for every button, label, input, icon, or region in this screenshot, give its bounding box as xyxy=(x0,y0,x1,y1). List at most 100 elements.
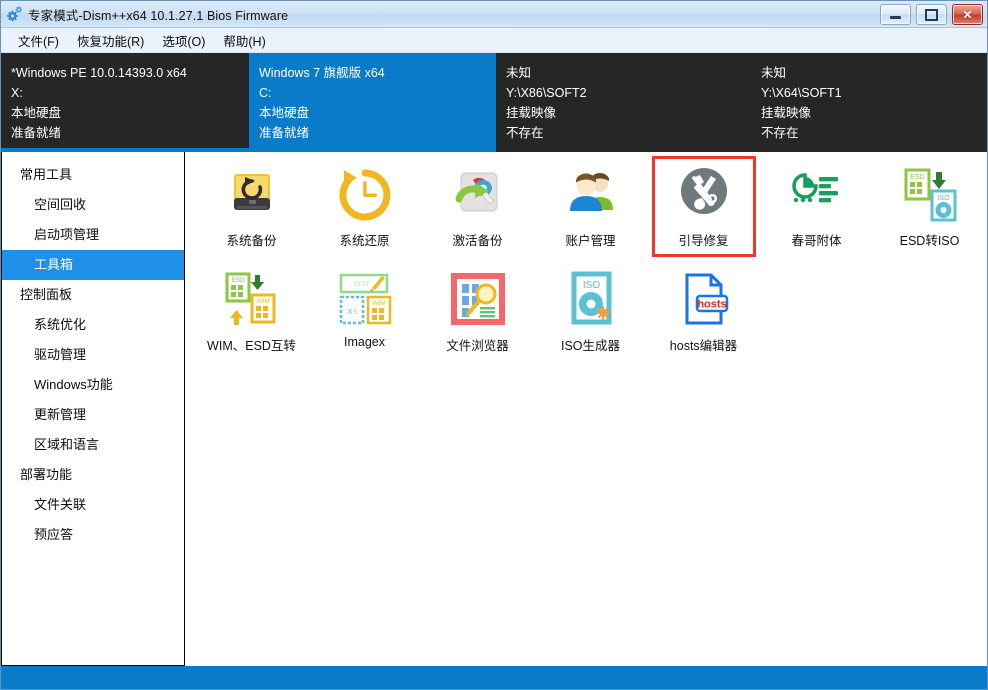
sidebar-item-system-optimize[interactable]: 系统优化 xyxy=(2,310,184,340)
activation-key-icon xyxy=(449,166,507,224)
svg-text:WIM: WIM xyxy=(256,298,269,305)
info-panel-drive: Y:\X64\SOFT1 xyxy=(761,83,987,103)
tool-label: ISO生成器 xyxy=(561,335,620,354)
info-panel-mount-x86[interactable]: 未知 Y:\X86\SOFT2 挂载映像 不存在 xyxy=(496,53,751,152)
tool-grid: 系统备份 系统还原 xyxy=(185,160,987,370)
tool-label: Imagex xyxy=(344,335,385,349)
tool-label: 激活备份 xyxy=(452,230,502,249)
sidebar-item-unattend[interactable]: 预应答 xyxy=(2,520,184,550)
svg-text:ISO: ISO xyxy=(937,195,950,202)
svg-text:ESD: ESD xyxy=(910,174,924,181)
sidebar-group-control-panel: 控制面板 xyxy=(2,280,184,310)
svg-text:ESD: ESD xyxy=(231,277,245,284)
info-panel-type: 本地硬盘 xyxy=(259,103,496,123)
info-panel-name: 未知 xyxy=(761,63,987,83)
info-panel-name: 未知 xyxy=(506,63,751,83)
close-icon: ✕ xyxy=(962,9,972,21)
tool-system-backup[interactable]: 系统备份 xyxy=(195,160,308,265)
sidebar-item-region-language[interactable]: 区域和语言 xyxy=(2,430,184,460)
window-controls: ✕ xyxy=(880,4,983,25)
imagex-icon: EDIT X:\ WIM xyxy=(336,271,394,329)
esd-to-iso-icon: ESD ISO xyxy=(901,166,959,224)
sidebar: 常用工具 空间回收 启动项管理 工具箱 控制面板 系统优化 驱动管理 Windo… xyxy=(1,152,185,666)
toolbox-content: 系统备份 系统还原 xyxy=(185,152,987,666)
tools-repair-icon xyxy=(675,166,733,224)
info-panel-status: 不存在 xyxy=(761,123,987,143)
maximize-button[interactable] xyxy=(916,4,947,25)
wim-esd-swap-icon: ESD WIM xyxy=(223,271,281,329)
info-panel-status: 准备就绪 xyxy=(11,123,249,143)
file-browser-icon xyxy=(449,271,507,329)
tool-label: ESD转ISO xyxy=(900,230,960,249)
tool-file-browser[interactable]: 文件浏览器 xyxy=(421,265,534,370)
sidebar-group-deployment: 部署功能 xyxy=(2,460,184,490)
tool-label: 引导修复 xyxy=(678,230,728,249)
svg-text:ISO: ISO xyxy=(582,280,599,291)
maximize-icon xyxy=(925,9,938,21)
tool-chunge[interactable]: 春哥附体 xyxy=(760,160,873,265)
svg-text:WIM: WIM xyxy=(372,300,385,307)
tool-label: hosts编辑器 xyxy=(670,335,737,354)
tool-hosts-editor[interactable]: hosts hosts编辑器 xyxy=(647,265,760,370)
gears-icon xyxy=(6,5,24,23)
image-info-strip: *Windows PE 10.0.14393.0 x64 X: 本地硬盘 准备就… xyxy=(1,53,987,152)
sidebar-item-file-association[interactable]: 文件关联 xyxy=(2,490,184,520)
info-panel-pe[interactable]: *Windows PE 10.0.14393.0 x64 X: 本地硬盘 准备就… xyxy=(1,53,249,152)
sidebar-item-driver-manager[interactable]: 驱动管理 xyxy=(2,340,184,370)
iso-builder-icon: ISO xyxy=(562,271,620,329)
sidebar-item-toolbox[interactable]: 工具箱 xyxy=(2,250,184,280)
tool-imagex[interactable]: EDIT X:\ WIM I xyxy=(308,265,421,370)
sidebar-item-update-manager[interactable]: 更新管理 xyxy=(2,400,184,430)
tool-boot-repair[interactable]: 引导修复 xyxy=(647,160,760,265)
title-bar: 专家模式-Dism++x64 10.1.27.1 Bios Firmware ✕ xyxy=(1,1,987,28)
info-panel-status: 准备就绪 xyxy=(259,123,496,143)
menu-file[interactable]: 文件(F) xyxy=(9,29,68,52)
info-panel-type: 本地硬盘 xyxy=(11,103,249,123)
chart-list-icon xyxy=(788,166,846,224)
menu-recovery[interactable]: 恢复功能(R) xyxy=(68,29,153,52)
svg-text:EDIT: EDIT xyxy=(354,281,371,288)
sidebar-item-windows-features[interactable]: Windows功能 xyxy=(2,370,184,400)
tool-system-restore[interactable]: 系统还原 xyxy=(308,160,421,265)
tool-label: WIM、ESD互转 xyxy=(207,335,296,354)
tool-wim-esd-convert[interactable]: ESD WIM xyxy=(195,265,308,370)
sidebar-item-startup-manager[interactable]: 启动项管理 xyxy=(2,220,184,250)
tool-esd-to-iso[interactable]: ESD ISO ESD转ISO xyxy=(873,160,986,265)
hdd-backup-icon xyxy=(223,166,281,224)
tool-label: 系统还原 xyxy=(339,230,389,249)
minimize-icon xyxy=(890,16,901,19)
info-panel-type: 挂载映像 xyxy=(506,103,751,123)
tool-activation-backup[interactable]: 激活备份 xyxy=(421,160,534,265)
tool-label: 春哥附体 xyxy=(791,230,841,249)
info-panel-drive: X: xyxy=(11,83,249,103)
tool-iso-builder[interactable]: ISO ISO生成器 xyxy=(534,265,647,370)
hosts-editor-icon: hosts xyxy=(675,271,733,329)
info-panel-status: 不存在 xyxy=(506,123,751,143)
clock-restore-icon xyxy=(336,166,394,224)
application-window: 专家模式-Dism++x64 10.1.27.1 Bios Firmware ✕… xyxy=(0,0,988,690)
tool-label: 文件浏览器 xyxy=(446,335,509,354)
tool-label: 系统备份 xyxy=(226,230,276,249)
sidebar-item-space-recovery[interactable]: 空间回收 xyxy=(2,190,184,220)
svg-text:hosts: hosts xyxy=(697,299,726,311)
svg-text:X:\: X:\ xyxy=(347,307,357,316)
menu-options[interactable]: 选项(O) xyxy=(153,29,214,52)
info-panel-drive: Y:\X86\SOFT2 xyxy=(506,83,751,103)
info-panel-name: *Windows PE 10.0.14393.0 x64 xyxy=(11,63,249,83)
tool-label: 账户管理 xyxy=(565,230,615,249)
tool-account-management[interactable]: 账户管理 xyxy=(534,160,647,265)
info-panel-win7[interactable]: Windows 7 旗舰版 x64 C: 本地硬盘 准备就绪 xyxy=(249,53,496,152)
info-panel-type: 挂载映像 xyxy=(761,103,987,123)
minimize-button[interactable] xyxy=(880,4,911,25)
users-icon xyxy=(562,166,620,224)
info-panel-mount-x64[interactable]: 未知 Y:\X64\SOFT1 挂载映像 不存在 xyxy=(751,53,987,152)
info-panel-name: Windows 7 旗舰版 x64 xyxy=(259,63,496,83)
status-bar xyxy=(1,666,987,690)
info-panel-drive: C: xyxy=(259,83,496,103)
window-title: 专家模式-Dism++x64 10.1.27.1 Bios Firmware xyxy=(28,5,288,24)
main-body: 常用工具 空间回收 启动项管理 工具箱 控制面板 系统优化 驱动管理 Windo… xyxy=(1,152,987,666)
menu-help[interactable]: 帮助(H) xyxy=(214,29,274,52)
sidebar-group-common-tools: 常用工具 xyxy=(2,160,184,190)
menu-bar: 文件(F) 恢复功能(R) 选项(O) 帮助(H) xyxy=(1,28,987,53)
close-button[interactable]: ✕ xyxy=(952,4,983,25)
